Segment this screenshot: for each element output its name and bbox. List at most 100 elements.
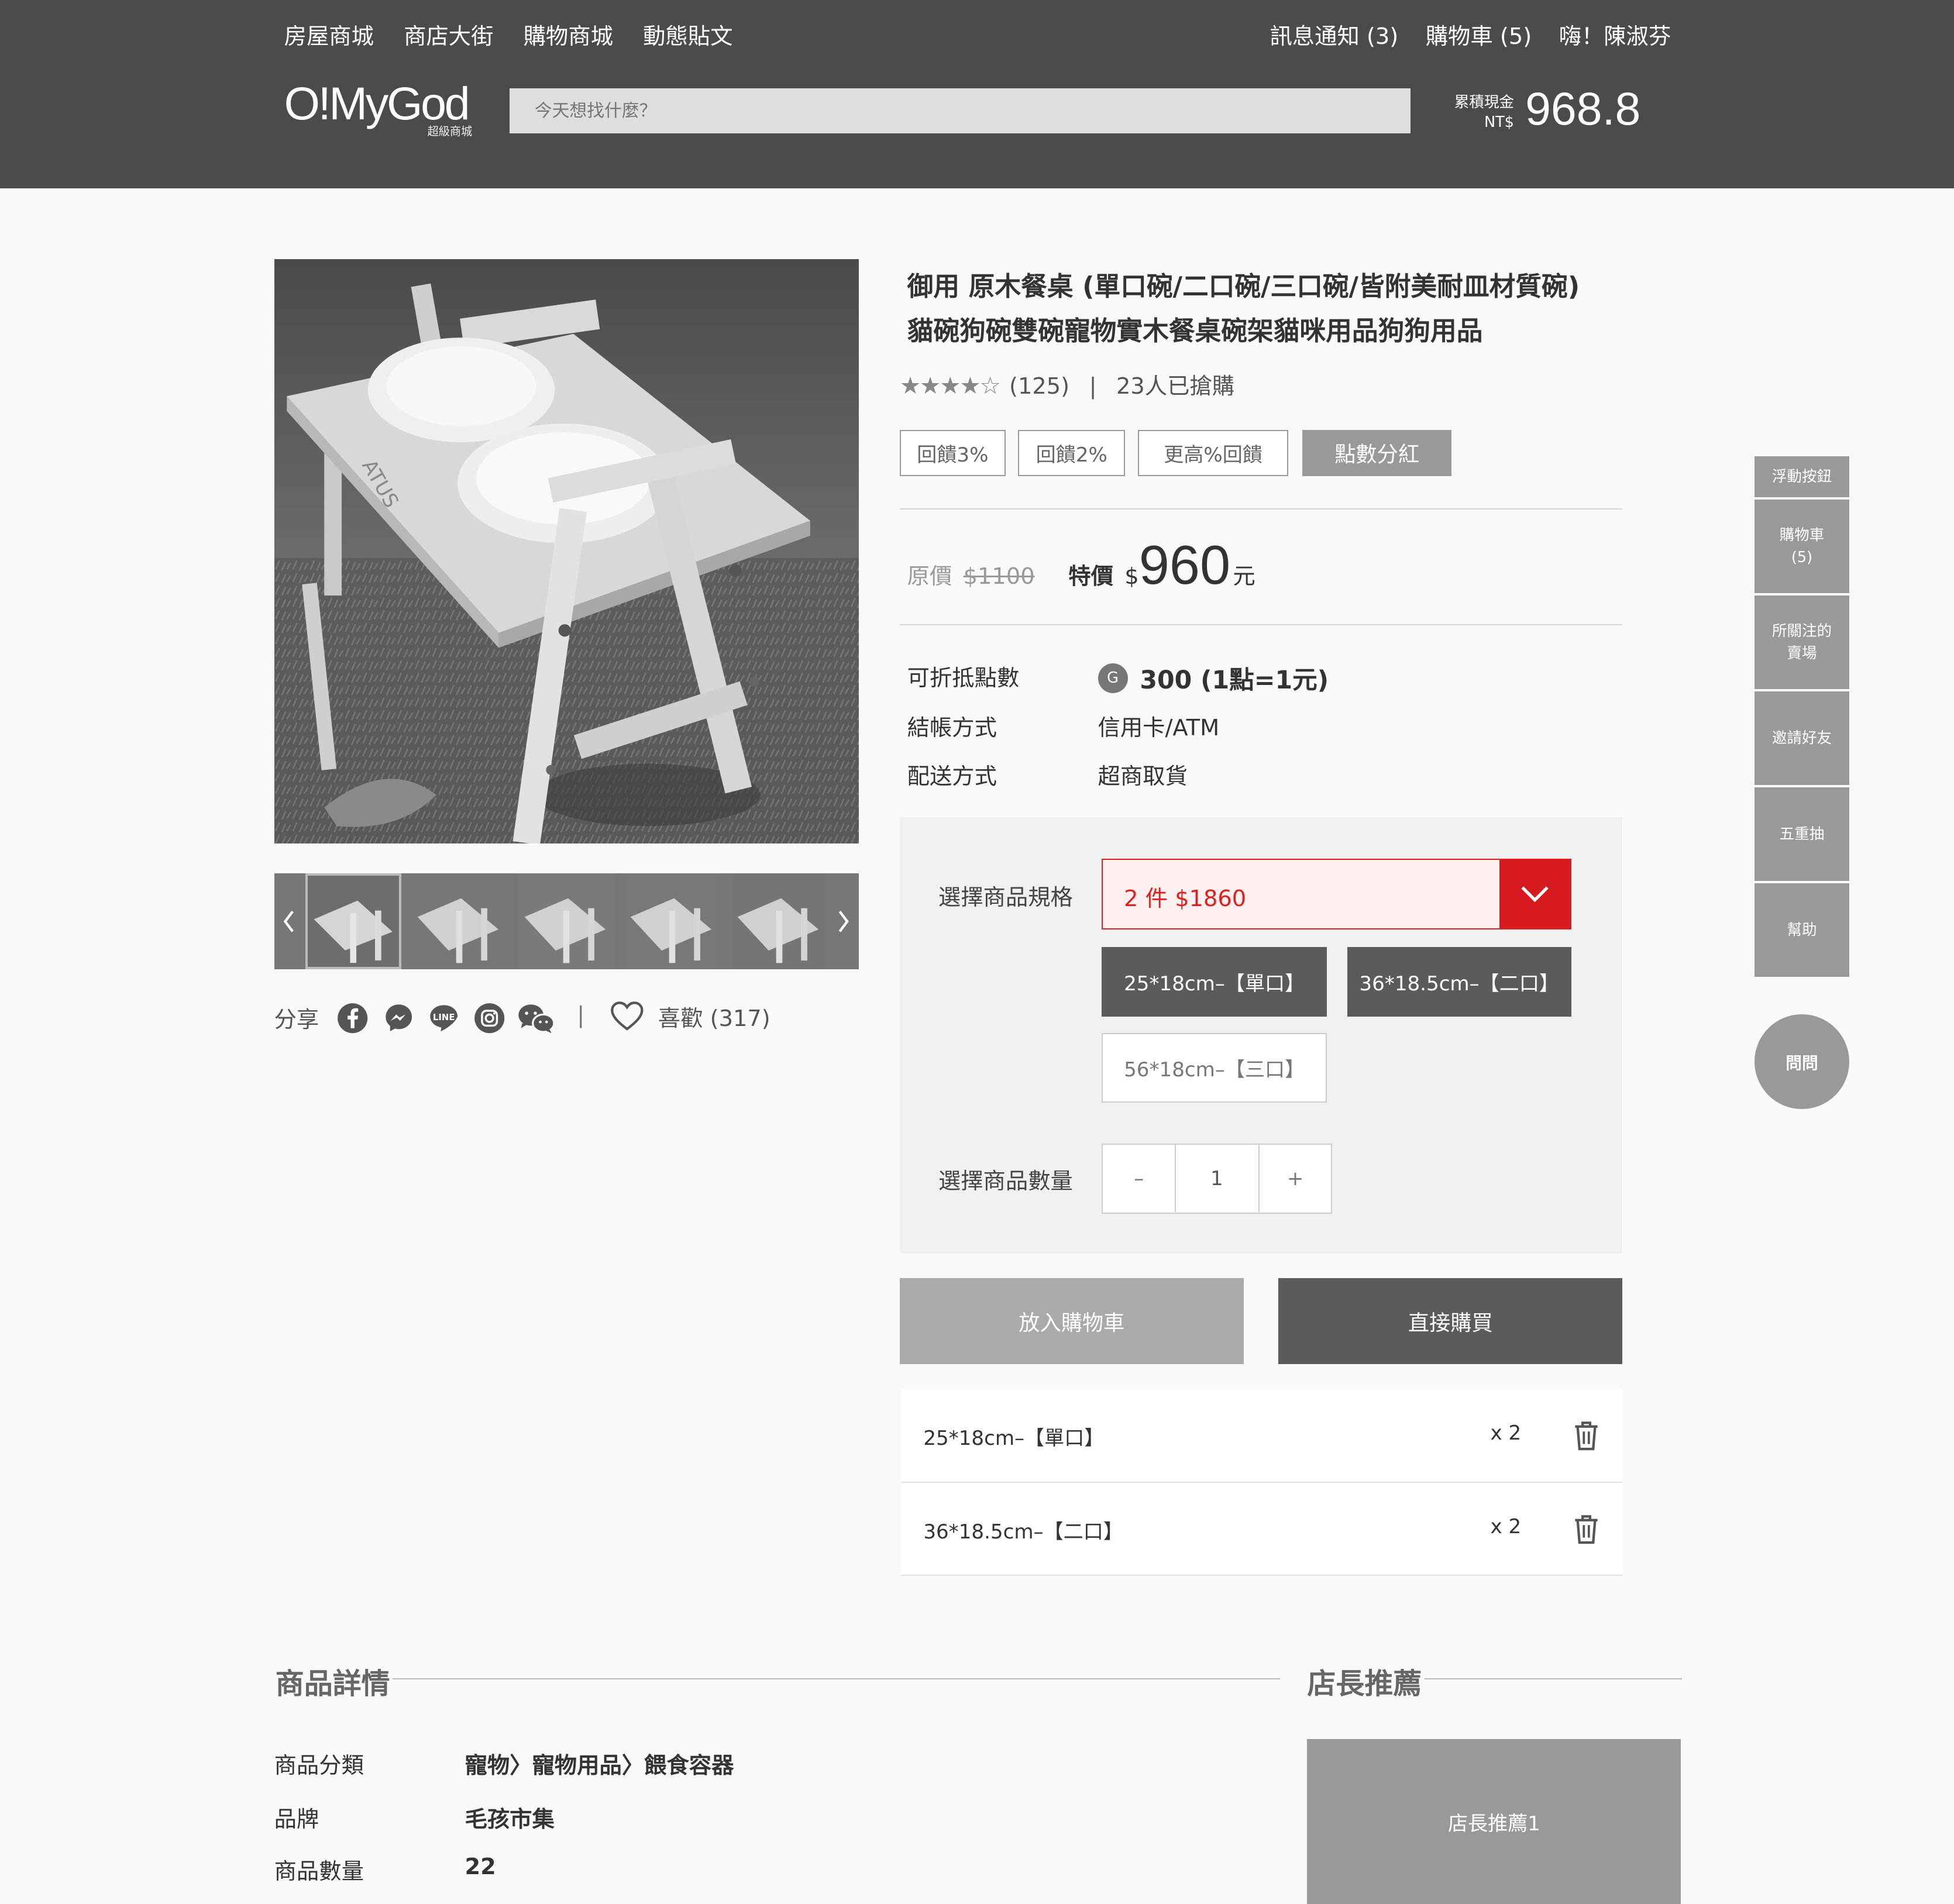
cart-item-qty: x 2 — [1490, 1421, 1522, 1445]
trash-icon[interactable] — [1571, 1419, 1601, 1451]
cart-item-name: 36*18.5cm–【二口】 — [923, 1520, 1123, 1544]
share-divider: | — [577, 1001, 585, 1028]
original-price: $1100 — [963, 563, 1035, 590]
facebook-icon[interactable] — [336, 1002, 369, 1034]
price-row: 原價 $1100 特價 $960 元 — [907, 533, 1255, 597]
spec-option-double[interactable]: 36*18.5cm–【二口】 — [1347, 946, 1571, 1017]
original-price-label: 原價 — [907, 563, 952, 590]
points-amount: 300 (1點=1元) — [1140, 665, 1329, 695]
thumbnail-4[interactable] — [624, 873, 721, 970]
quantity-increment-button[interactable]: + — [1260, 1145, 1330, 1212]
trash-icon[interactable] — [1571, 1513, 1601, 1545]
sidebar-followed-shops-button[interactable]: 所關注的 賣場 — [1755, 595, 1849, 689]
recommend-section-title: 店長推薦 — [1307, 1661, 1425, 1703]
brand-value[interactable]: 毛孩市集 — [465, 1802, 554, 1834]
messenger-icon[interactable] — [383, 1002, 415, 1034]
spec-selected-value: 2 件 $1860 — [1124, 885, 1247, 912]
star-rating: ★★★★☆ — [899, 371, 1001, 400]
tag-points-dividend[interactable]: 點數分紅 — [1302, 429, 1452, 476]
notifications-link[interactable]: 訊息通知 (3) — [1270, 19, 1398, 51]
site-logo[interactable]: O!MyGod 超級商城 — [284, 77, 473, 138]
thumbnail-next-button[interactable] — [828, 873, 858, 969]
divider — [899, 624, 1623, 626]
user-greeting[interactable]: 嗨！陳淑芬 — [1559, 19, 1671, 51]
cart-item-qty: x 2 — [1490, 1515, 1522, 1539]
quantity-input[interactable]: 1 — [1175, 1145, 1260, 1213]
shipping-value: 超商取貨 — [1098, 763, 1188, 790]
product-main-image[interactable]: ATUS — [274, 259, 859, 843]
sidebar-cart-button[interactable]: 購物車 (5) — [1755, 500, 1849, 593]
divider — [899, 508, 1623, 510]
recommend-card[interactable]: 店長推薦1 — [1307, 1739, 1681, 1904]
chevron-left-icon — [284, 910, 294, 932]
product-title: 御用 原木餐桌 (單口碗/二口碗/三口碗/皆附美耐皿材質碗) 貓碗狗碗雙碗寵物實… — [907, 264, 1655, 354]
brand-label: 品牌 — [274, 1806, 319, 1833]
quantity-count-label: 商品數量 — [274, 1858, 364, 1885]
nav-shop-street[interactable]: 商店大街 — [404, 19, 493, 51]
nav-housing-mall[interactable]: 房屋商城 — [284, 19, 374, 51]
review-count[interactable]: (125) — [1009, 373, 1069, 400]
instagram-icon[interactable] — [473, 1002, 505, 1034]
spec-dropdown-toggle[interactable] — [1499, 859, 1570, 928]
like-count: 喜歡 (317) — [658, 1005, 770, 1032]
thumbnail-2[interactable] — [411, 873, 507, 970]
buy-now-button[interactable]: 直接購買 — [1278, 1278, 1623, 1365]
quantity-count-value: 22 — [465, 1854, 496, 1881]
floating-button-header[interactable]: 浮動按鈕 — [1755, 456, 1849, 497]
tag-higher-cashback[interactable]: 更高%回饋 — [1137, 429, 1289, 476]
top-header: 房屋商城 商店大街 購物商城 動態貼文 訊息通知 (3) 購物車 (5) 嗨！陳… — [0, 0, 1954, 188]
points-label: 可折抵點數 — [907, 664, 1020, 691]
category-label: 商品分類 — [274, 1752, 364, 1779]
sidebar-invite-friends-button[interactable]: 邀請好友 — [1755, 691, 1849, 785]
chevron-down-icon — [1521, 886, 1549, 903]
currency-symbol: $ — [1124, 563, 1139, 590]
shipping-label: 配送方式 — [907, 763, 997, 790]
nav-posts[interactable]: 動態貼文 — [643, 19, 732, 51]
wechat-icon[interactable] — [516, 1002, 556, 1034]
search-input[interactable] — [510, 88, 1411, 133]
add-to-cart-button[interactable]: 放入購物車 — [899, 1278, 1244, 1365]
nav-shopping-mall[interactable]: 購物商城 — [524, 19, 613, 51]
tag-cashback-2[interactable]: 回饋2% — [1018, 429, 1126, 476]
spec-dropdown[interactable]: 2 件 $1860 — [1101, 858, 1571, 929]
sidebar-help-button[interactable]: 幫助 — [1755, 883, 1849, 977]
thumbnail-strip — [274, 873, 859, 970]
quantity-label: 選擇商品數量 — [938, 1168, 1073, 1195]
purchased-count: 23人已搶購 — [1116, 373, 1235, 400]
special-price-label: 特價 — [1068, 563, 1113, 590]
thumbnail-5[interactable] — [731, 873, 828, 970]
thumbnail-image — [624, 873, 721, 970]
ask-button[interactable]: 問問 — [1755, 1014, 1849, 1109]
cart-item: 36*18.5cm–【二口】 x 2 — [900, 1482, 1623, 1576]
spec-option-triple[interactable]: 56*18cm–【三口】 — [1101, 1032, 1327, 1103]
product-title-line2: 貓碗狗碗雙碗寵物實木餐桌碗架貓咪用品狗狗用品 — [907, 315, 1483, 347]
category-value[interactable]: 寵物〉寵物用品〉餵食容器 — [465, 1748, 734, 1780]
sidebar-lottery-button[interactable]: 五重抽 — [1755, 787, 1849, 881]
like-button[interactable]: 喜歡 (317) — [610, 999, 770, 1034]
section-divider — [276, 1678, 1280, 1680]
product-photo-wooden-feeder: ATUS — [274, 259, 859, 843]
chevron-right-icon — [838, 910, 849, 932]
special-price: 960 — [1138, 533, 1231, 595]
heart-icon — [610, 1001, 644, 1031]
tag-cashback-3[interactable]: 回饋3% — [899, 429, 1006, 476]
quantity-decrement-button[interactable]: – — [1103, 1145, 1176, 1213]
checkout-value: 信用卡/ATM — [1098, 715, 1220, 742]
checkout-label: 結帳方式 — [907, 715, 997, 742]
spec-option-single[interactable]: 25*18cm–【單口】 — [1101, 946, 1327, 1017]
cash-value: 968.8 — [1525, 82, 1641, 135]
cash-label: 累積現金 NT$ — [1433, 92, 1514, 132]
details-section-title: 商品詳情 — [275, 1661, 393, 1703]
share-label: 分享 — [274, 1006, 319, 1033]
logo-subtitle: 超級商城 — [427, 124, 473, 138]
rating-row: ★★★★☆ (125) | 23人已搶購 — [900, 369, 1234, 401]
cart-link[interactable]: 購物車 (5) — [1426, 19, 1532, 51]
points-g-icon: G — [1098, 663, 1128, 693]
thumbnail-1[interactable] — [305, 873, 401, 970]
cash-label-line2: NT$ — [1484, 113, 1514, 131]
thumbnail-image — [411, 873, 507, 970]
line-icon[interactable]: LINE — [428, 1002, 460, 1034]
cart-item: 25*18cm–【單口】 x 2 — [900, 1389, 1623, 1483]
thumbnail-prev-button[interactable] — [274, 873, 304, 969]
thumbnail-3[interactable] — [518, 873, 615, 970]
